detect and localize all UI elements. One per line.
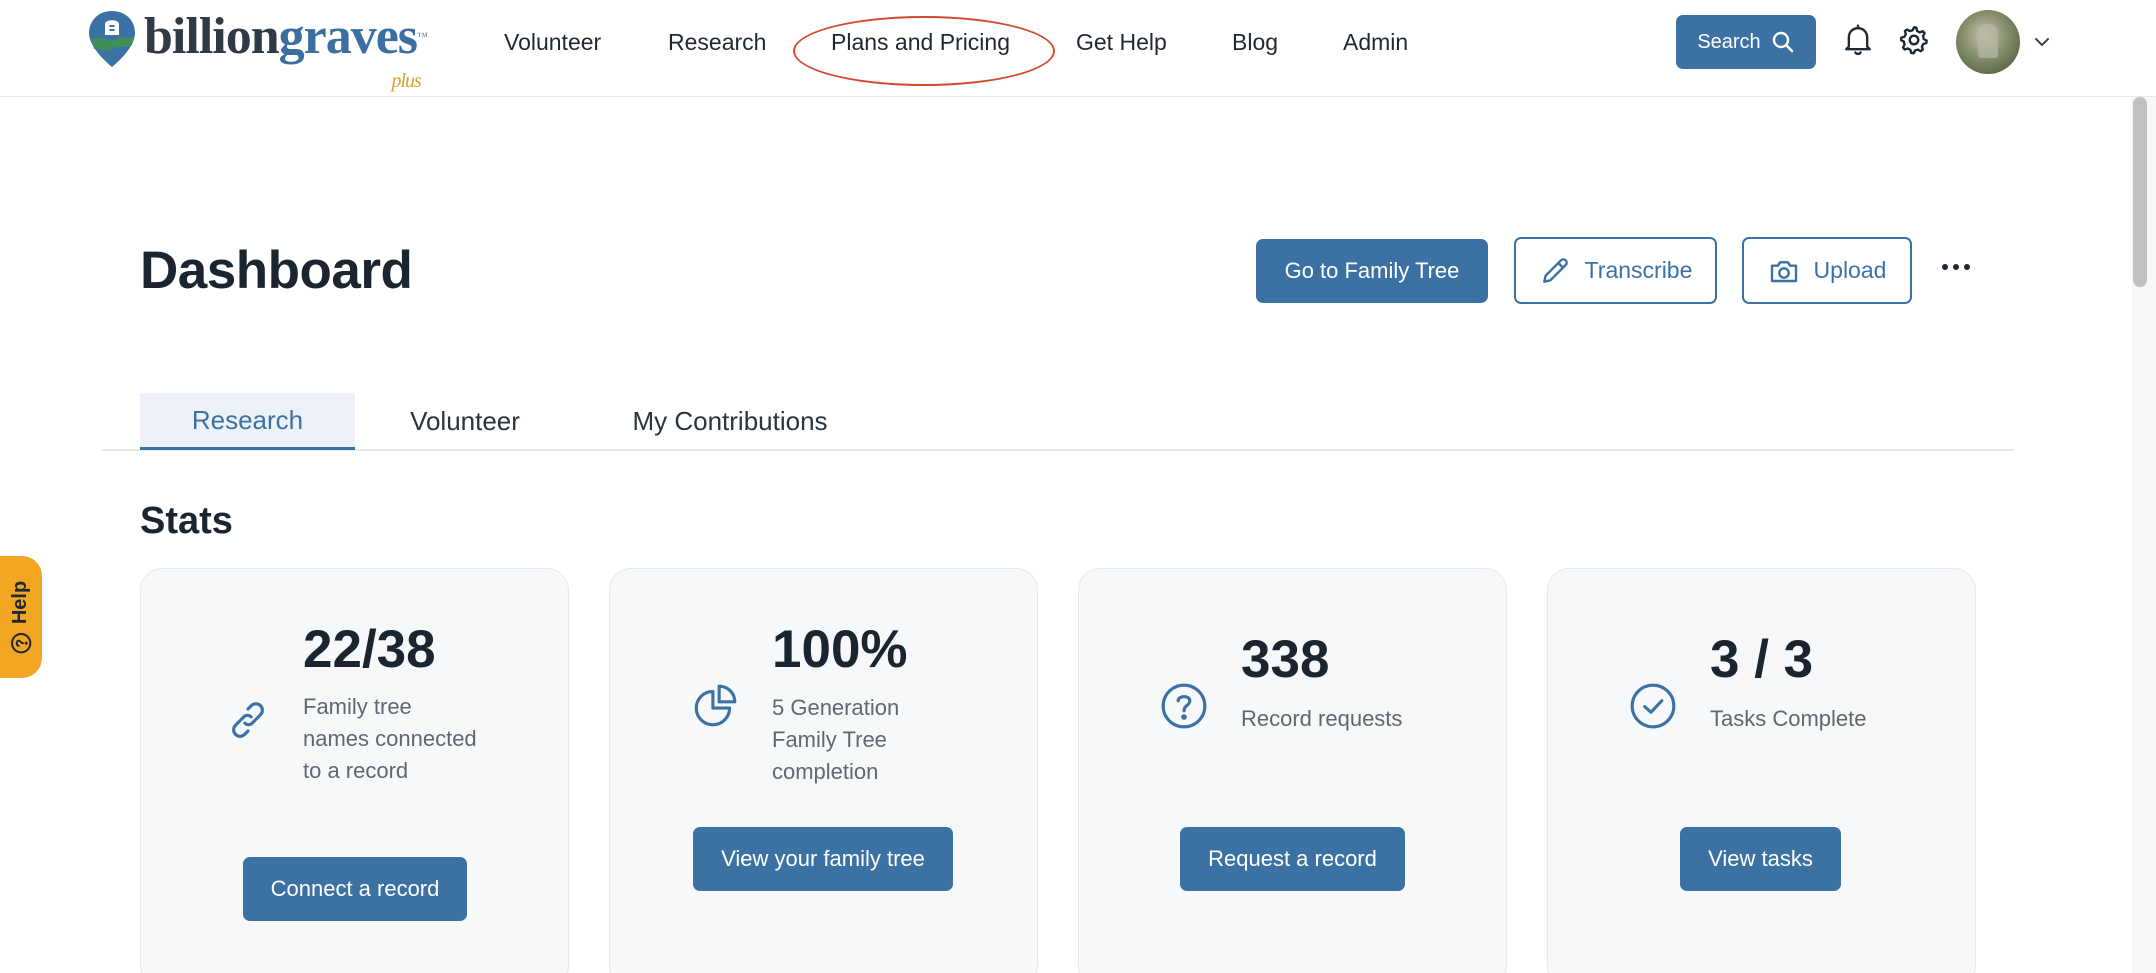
tab-my-contributions[interactable]: My Contributions <box>610 393 850 450</box>
logo-word-billion: billion <box>144 8 280 65</box>
stats-section-title: Stats <box>140 500 233 542</box>
stat-label: Family tree names connected to a record <box>303 694 477 783</box>
billiongraves-logo[interactable]: billiongraves™ plus <box>86 8 428 93</box>
settings-button[interactable] <box>1896 22 1932 58</box>
logo-plus-label: plus <box>391 70 421 92</box>
stat-value: 22/38 <box>303 620 436 679</box>
notifications-button[interactable] <box>1840 22 1876 58</box>
stat-card-family-tree-completion: 100% 5 Generation Family Tree completion… <box>609 568 1038 973</box>
link-icon <box>232 702 264 738</box>
logo-pin-icon <box>89 11 135 67</box>
stat-card-record-requests: 338 Record requests Request a record <box>1078 568 1507 973</box>
stat-value: 338 <box>1241 630 1330 689</box>
nav-blog[interactable]: Blog <box>1232 29 1278 56</box>
stat-label: Tasks Complete <box>1710 706 1867 731</box>
ellipsis-dot <box>1942 264 1948 270</box>
stat-card-family-tree-names: 22/38 Family tree names connected to a r… <box>140 568 569 973</box>
page-title: Dashboard <box>140 241 413 300</box>
check-circle-icon <box>1630 683 1676 729</box>
nav-get-help[interactable]: Get Help <box>1076 29 1167 56</box>
stat-value: 3 / 3 <box>1710 630 1814 689</box>
search-button-label: Search <box>1697 30 1761 53</box>
stat-card-tasks-complete: 3 / 3 Tasks Complete View tasks <box>1547 568 1976 973</box>
page-scrollbar-thumb[interactable] <box>2133 97 2147 287</box>
camera-icon <box>1770 260 1797 282</box>
search-button[interactable]: Search <box>1676 15 1816 69</box>
transcribe-button-label: Transcribe <box>1584 257 1693 283</box>
pencil-icon <box>1542 257 1568 283</box>
view-tasks-button[interactable]: View tasks <box>1680 827 1841 891</box>
nav-research[interactable]: Research <box>668 29 766 56</box>
help-tab-label: Help <box>9 580 32 624</box>
more-options-button[interactable] <box>1938 252 1974 282</box>
request-a-record-button[interactable]: Request a record <box>1180 827 1405 891</box>
nav-admin[interactable]: Admin <box>1343 29 1408 56</box>
ellipsis-dot <box>1964 264 1970 270</box>
question-circle-icon <box>1161 683 1207 729</box>
chevron-down-icon[interactable] <box>2030 30 2054 54</box>
gear-icon <box>1899 26 1928 55</box>
stat-label: Record requests <box>1241 706 1403 731</box>
search-icon <box>1772 31 1793 53</box>
pie-chart-icon <box>694 684 737 727</box>
logo-trademark: ™ <box>417 31 428 43</box>
tab-research[interactable]: Research <box>140 393 355 450</box>
upload-button-label: Upload <box>1813 257 1887 283</box>
upload-button[interactable]: Upload <box>1742 237 1912 304</box>
user-avatar[interactable] <box>1956 10 2020 74</box>
nav-volunteer[interactable]: Volunteer <box>504 29 601 56</box>
top-navigation-bar: billiongraves™ plus Volunteer Research P… <box>0 0 2156 97</box>
stat-value: 100% <box>772 620 908 679</box>
logo-wordmark: billiongraves™ plus <box>144 8 428 93</box>
transcribe-button[interactable]: Transcribe <box>1514 237 1717 304</box>
help-tab[interactable]: Help <box>0 556 42 678</box>
tab-volunteer[interactable]: Volunteer <box>385 393 545 450</box>
stat-label: 5 Generation Family Tree completion <box>772 695 900 784</box>
ellipsis-dot <box>1953 264 1959 270</box>
view-your-family-tree-button[interactable]: View your family tree <box>693 827 953 891</box>
help-circle-icon <box>10 632 32 653</box>
plans-and-pricing-highlight-ellipse <box>793 16 1055 86</box>
connect-a-record-button[interactable]: Connect a record <box>243 857 467 921</box>
bell-icon <box>1845 24 1871 56</box>
go-to-family-tree-button[interactable]: Go to Family Tree <box>1256 239 1488 303</box>
